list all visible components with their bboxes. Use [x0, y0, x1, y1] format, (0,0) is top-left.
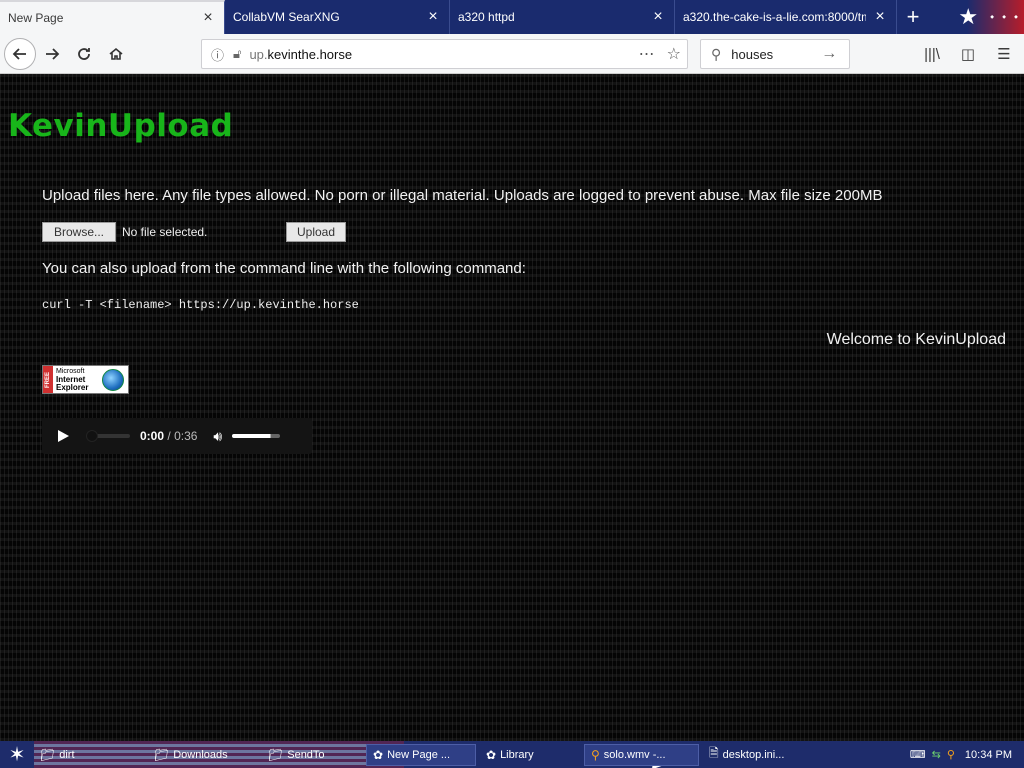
time-display: 0:00 / 0:36 — [140, 429, 197, 443]
upload-button[interactable]: Upload — [286, 222, 346, 242]
system-tray: ⌨︎ ⇆ ⚲ 10:34 PM — [910, 748, 1024, 762]
new-tab-button[interactable]: + — [897, 0, 929, 34]
volume-icon[interactable]: 🔊︎ — [213, 428, 222, 445]
no-file-selected-label: No file selected. — [122, 225, 208, 239]
taskbar-item-dirt[interactable]: 📁︎ dirt — [34, 744, 144, 766]
browser-icon: ✿ — [373, 747, 384, 762]
current-time: 0:00 — [140, 429, 165, 443]
start-button[interactable]: ✶ — [0, 741, 34, 768]
taskbar-item-solo-wmv[interactable]: ⚲ solo.wmv -... — [584, 743, 699, 766]
taskbar-item-sendto[interactable]: 📁︎ SendTo — [262, 744, 362, 766]
navigation-toolbar: ⓘ 🔓︎ up.kevinthe.horse ⋯ ☆ ⚲ → |||\ ◫ ☰ — [0, 34, 1024, 74]
taskbar-item-label: SendTo — [287, 748, 325, 761]
keyboard-icon[interactable]: ⌨︎ — [910, 748, 926, 761]
command-line-text: You can also upload from the command lin… — [42, 260, 526, 277]
menu-button[interactable]: ☰ — [990, 38, 1018, 70]
tab-extras: ★ ⬩ ⬩ ⬩ — [929, 0, 1024, 34]
media-icon: ⚲ — [591, 747, 600, 762]
seek-bar[interactable] — [86, 430, 130, 442]
taskbar-item-label: Library — [500, 748, 534, 761]
sidebar-button[interactable]: ◫ — [954, 38, 982, 70]
close-tab-icon[interactable]: × — [650, 9, 666, 25]
close-tab-icon[interactable]: × — [872, 9, 888, 25]
site-logo: KevinUpload — [8, 108, 234, 144]
clock: 10:34 PM — [964, 748, 1012, 761]
url-bar[interactable]: ⓘ 🔓︎ up.kevinthe.horse ⋯ ☆ — [201, 39, 688, 69]
network-icon[interactable]: ⇆ — [932, 748, 941, 761]
taskbar-item-downloads[interactable]: 📁︎ Downloads — [148, 744, 258, 766]
internet-explorer-badge[interactable]: FREE Microsoft Internet Explorer — [42, 365, 129, 394]
url-prefix: up. — [249, 46, 268, 62]
search-tray-icon[interactable]: ⚲ — [947, 748, 955, 761]
close-tab-icon[interactable]: × — [200, 10, 216, 26]
tab-new-page[interactable]: New Page × — [0, 0, 225, 34]
volume-slider[interactable] — [232, 434, 281, 438]
bookmark-star-icon[interactable]: ☆ — [667, 44, 681, 64]
tab-label: a320 httpd — [458, 10, 515, 24]
taskbar-item-desktop-ini[interactable]: 🗎︎ desktop.ini... — [703, 744, 813, 766]
tab-collabvm-searxng[interactable]: CollabVM SearXNG × — [225, 0, 450, 34]
library-icon: |||\ — [924, 45, 940, 63]
folder-icon: 📁︎ — [40, 747, 56, 762]
taskbar-item-label: New Page ... — [387, 748, 451, 761]
reload-icon — [78, 47, 90, 60]
reload-button[interactable] — [68, 38, 100, 70]
search-go-icon[interactable]: → — [821, 45, 837, 63]
taskbar-item-label: desktop.ini... — [722, 748, 785, 761]
minimize-icon[interactable]: ⬩ — [990, 11, 994, 24]
search-bar[interactable]: ⚲ → — [700, 39, 850, 69]
tab-cake-is-a-lie[interactable]: a320.the-cake-is-a-lie.com:8000/tmep × — [675, 0, 897, 34]
maximize-icon[interactable]: ⬩ — [1002, 11, 1006, 24]
close-window-icon[interactable]: ⬩ — [1014, 11, 1018, 24]
close-tab-icon[interactable]: × — [425, 9, 441, 25]
curl-command: curl -T <filename> https://up.kevinthe.h… — [42, 298, 359, 312]
tab-label: a320.the-cake-is-a-lie.com:8000/tmep — [683, 10, 866, 24]
free-label: FREE — [43, 366, 53, 393]
back-arrow-icon — [12, 47, 26, 60]
star-icon: ✶ — [8, 744, 26, 766]
insecure-lock-icon[interactable]: 🔓︎ — [233, 46, 241, 62]
audio-player: 0:00 / 0:36 🔊︎ — [42, 418, 312, 454]
home-button[interactable] — [100, 38, 132, 70]
intro-text: Upload files here. Any file types allowe… — [42, 187, 883, 204]
welcome-text: Welcome to KevinUpload — [826, 331, 1006, 348]
tab-label: New Page — [8, 11, 64, 25]
hamburger-menu-icon: ☰ — [997, 46, 1011, 63]
time-separator: / — [167, 429, 171, 443]
home-icon — [109, 47, 123, 60]
folder-icon: 📁︎ — [268, 747, 284, 762]
document-icon: 🗎︎ — [709, 746, 719, 760]
info-icon[interactable]: ⓘ — [211, 45, 224, 64]
taskbar-item-label: Downloads — [173, 748, 228, 761]
taskbar-item-new-page[interactable]: ✿ New Page ... — [366, 743, 476, 766]
page-content: KevinUpload Upload files here. Any file … — [0, 74, 1024, 741]
back-button[interactable] — [4, 37, 36, 70]
forward-button[interactable] — [36, 38, 68, 70]
search-input[interactable] — [731, 46, 822, 62]
taskbar-item-label: solo.wmv -... — [603, 748, 666, 761]
browser-icon: ✿ — [486, 747, 497, 762]
library-button[interactable]: |||\ — [918, 38, 946, 70]
play-icon[interactable] — [56, 429, 70, 443]
ie-globe-icon — [102, 369, 124, 391]
forward-arrow-icon — [46, 47, 60, 60]
tab-a320-httpd[interactable]: a320 httpd × — [450, 0, 675, 34]
tab-label: CollabVM SearXNG — [233, 10, 340, 24]
taskbar-item-label: dirt — [59, 748, 75, 761]
url-text[interactable]: up.kevinthe.horse — [249, 47, 352, 62]
folder-icon: 📁︎ — [154, 747, 170, 762]
duration: 0:36 — [174, 429, 198, 443]
sidebar-icon: ◫ — [960, 46, 976, 63]
search-icon: ⚲ — [711, 45, 722, 62]
browse-button[interactable]: Browse... — [42, 222, 116, 242]
page-actions-icon[interactable]: ⋯ — [639, 44, 655, 64]
tab-strip: New Page × CollabVM SearXNG × a320 httpd… — [0, 0, 1024, 34]
seek-handle[interactable] — [86, 430, 98, 442]
badge-line-3: Explorer — [56, 382, 89, 392]
url-host: kevinthe.horse — [267, 46, 353, 62]
taskbar-item-library[interactable]: ✿ Library — [480, 744, 580, 766]
taskbar: ✶ 📁︎ dirt 📁︎ Downloads 📁︎ SendTo ✿ New Page … — [0, 741, 1024, 768]
star-icon: ★ — [958, 4, 979, 29]
